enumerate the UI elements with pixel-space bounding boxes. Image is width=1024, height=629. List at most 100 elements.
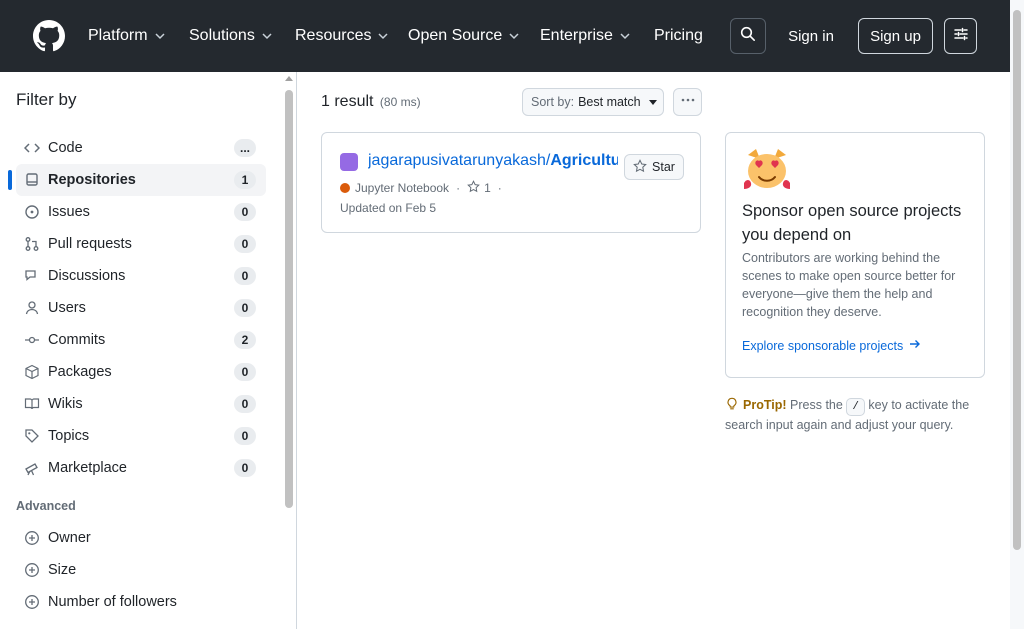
meta-separator: · <box>497 181 502 195</box>
filter-issues[interactable]: Issues 0 <box>16 196 266 228</box>
nav-open-source-label: Open Source <box>408 26 503 44</box>
sort-label: Sort by: <box>531 95 575 109</box>
repo-stars[interactable]: 1 <box>467 180 491 196</box>
code-icon <box>23 140 41 156</box>
filter-repositories[interactable]: Repositories 1 <box>8 164 266 196</box>
github-logo-icon[interactable] <box>32 18 66 54</box>
pull-request-icon <box>24 236 40 252</box>
protip: ProTip! Press the / key to activate the … <box>725 396 985 435</box>
filter-users-label: Users <box>48 300 86 316</box>
book-icon <box>24 396 40 412</box>
nav-pricing[interactable]: Pricing <box>646 16 716 55</box>
sliders-icon <box>953 26 969 46</box>
selected-indicator <box>8 170 12 190</box>
top-header: Platform Solutions Resources Open Source… <box>0 0 1010 72</box>
advanced-size-label: Size <box>48 562 77 578</box>
filter-commits[interactable]: Commits 2 <box>16 324 266 356</box>
sort-value: Best match <box>578 95 641 109</box>
sign-in-button[interactable]: Sign in <box>776 18 846 54</box>
advanced-followers[interactable]: Number of followers <box>16 586 266 618</box>
advanced-owner-label: Owner <box>48 530 91 546</box>
advanced-heading: Advanced <box>16 499 76 513</box>
sponsor-card: Sponsor open source projects you depend … <box>725 132 985 378</box>
filter-code-label: Code <box>48 140 83 156</box>
filter-topics-count: 0 <box>234 427 256 445</box>
filter-wikis[interactable]: Wikis 0 <box>16 388 266 420</box>
page-scrollbar[interactable] <box>1010 0 1024 629</box>
nav-resources[interactable]: Resources <box>287 16 396 55</box>
chevron-down-icon <box>619 30 631 42</box>
sidebar-scrollbar[interactable] <box>282 72 296 629</box>
filter-discussions[interactable]: Discussions 0 <box>16 260 266 292</box>
telescope-icon <box>24 460 40 476</box>
nav-pricing-label: Pricing <box>654 26 703 44</box>
filter-packages[interactable]: Packages 0 <box>16 356 266 388</box>
nav-enterprise[interactable]: Enterprise <box>532 16 644 55</box>
nav-enterprise-label: Enterprise <box>540 26 613 44</box>
filter-code-count: ... <box>233 139 256 157</box>
nav-open-source[interactable]: Open Source <box>400 16 530 55</box>
filter-repositories-label: Repositories <box>48 172 136 188</box>
settings-button[interactable] <box>944 18 977 54</box>
explore-sponsorable-label: Explore sponsorable projects <box>742 338 904 353</box>
explore-sponsorable-link[interactable]: Explore sponsorable projects <box>742 338 921 353</box>
more-options-button[interactable] <box>673 88 702 116</box>
repo-owner: jagarapusivatarunyakash/ <box>368 152 551 169</box>
nav-solutions[interactable]: Solutions <box>181 16 282 55</box>
tag-icon <box>24 428 40 444</box>
protip-before: Press the <box>790 398 843 412</box>
filter-code[interactable]: Code ... <box>16 132 266 164</box>
filter-topics[interactable]: Topics 0 <box>16 420 266 452</box>
filter-by-heading: Filter by <box>16 90 77 109</box>
sign-up-button[interactable]: Sign up <box>858 18 933 54</box>
repo-language: Jupyter Notebook <box>355 181 450 195</box>
filter-discussions-label: Discussions <box>48 268 126 284</box>
sponsor-description: Contributors are working behind the scen… <box>742 251 956 319</box>
filter-marketplace[interactable]: Marketplace 0 <box>16 452 266 484</box>
filter-users-count: 0 <box>234 299 256 317</box>
nav-platform[interactable]: Platform <box>80 16 180 55</box>
filter-pull-requests-count: 0 <box>234 235 256 253</box>
repo-updated: Updated on Feb 5 <box>340 201 437 215</box>
scroll-up-arrow-icon[interactable] <box>285 76 293 81</box>
package-icon <box>24 364 40 380</box>
filter-discussions-count: 0 <box>234 267 256 285</box>
search-result-card: jagarapusivatarunyakash/Agriculture Star… <box>321 132 701 233</box>
filter-topics-label: Topics <box>48 428 90 444</box>
filter-list: Code ... Repositories 1 Issues 0 Pull re… <box>8 132 266 484</box>
repo-link[interactable]: jagarapusivatarunyakash/Agriculture <box>368 152 618 170</box>
repo-meta: Jupyter Notebook · 1 · <box>340 180 509 196</box>
kebab-horizontal-icon <box>680 92 696 113</box>
repo-avatar <box>340 153 358 171</box>
github-search-page: Platform Solutions Resources Open Source… <box>0 0 1024 629</box>
filter-wikis-count: 0 <box>234 395 256 413</box>
protip-label: ProTip! <box>743 398 787 412</box>
page-scrollbar-thumb[interactable] <box>1013 10 1021 550</box>
star-button[interactable]: Star <box>624 154 684 180</box>
advanced-owner[interactable]: Owner <box>16 522 266 554</box>
result-count: 1 result <box>321 93 374 110</box>
filter-issues-label: Issues <box>48 204 90 220</box>
arrow-right-icon <box>909 338 921 353</box>
filter-commits-label: Commits <box>48 332 106 348</box>
search-icon <box>740 26 756 46</box>
filter-pull-requests[interactable]: Pull requests 0 <box>16 228 266 260</box>
chevron-down-icon <box>508 30 520 42</box>
language-color-dot <box>340 183 350 193</box>
commit-icon <box>24 332 40 348</box>
star-button-label: Star <box>652 160 675 174</box>
chevron-down-icon <box>154 30 166 42</box>
advanced-list: Owner Size Number of followers <box>16 522 266 618</box>
search-button[interactable] <box>730 18 766 54</box>
protip-key: / <box>846 398 865 416</box>
sort-dropdown[interactable]: Sort by: Best match <box>522 88 664 116</box>
chevron-down-icon <box>261 30 273 42</box>
filter-issues-count: 0 <box>234 203 256 221</box>
sidebar-divider <box>296 72 297 629</box>
plus-circle-icon <box>24 594 40 610</box>
advanced-size[interactable]: Size <box>16 554 266 586</box>
issue-icon <box>24 204 40 220</box>
filter-users[interactable]: Users 0 <box>16 292 266 324</box>
sidebar-scrollbar-thumb[interactable] <box>285 90 293 508</box>
result-summary: 1 result (80 ms) <box>321 93 421 111</box>
